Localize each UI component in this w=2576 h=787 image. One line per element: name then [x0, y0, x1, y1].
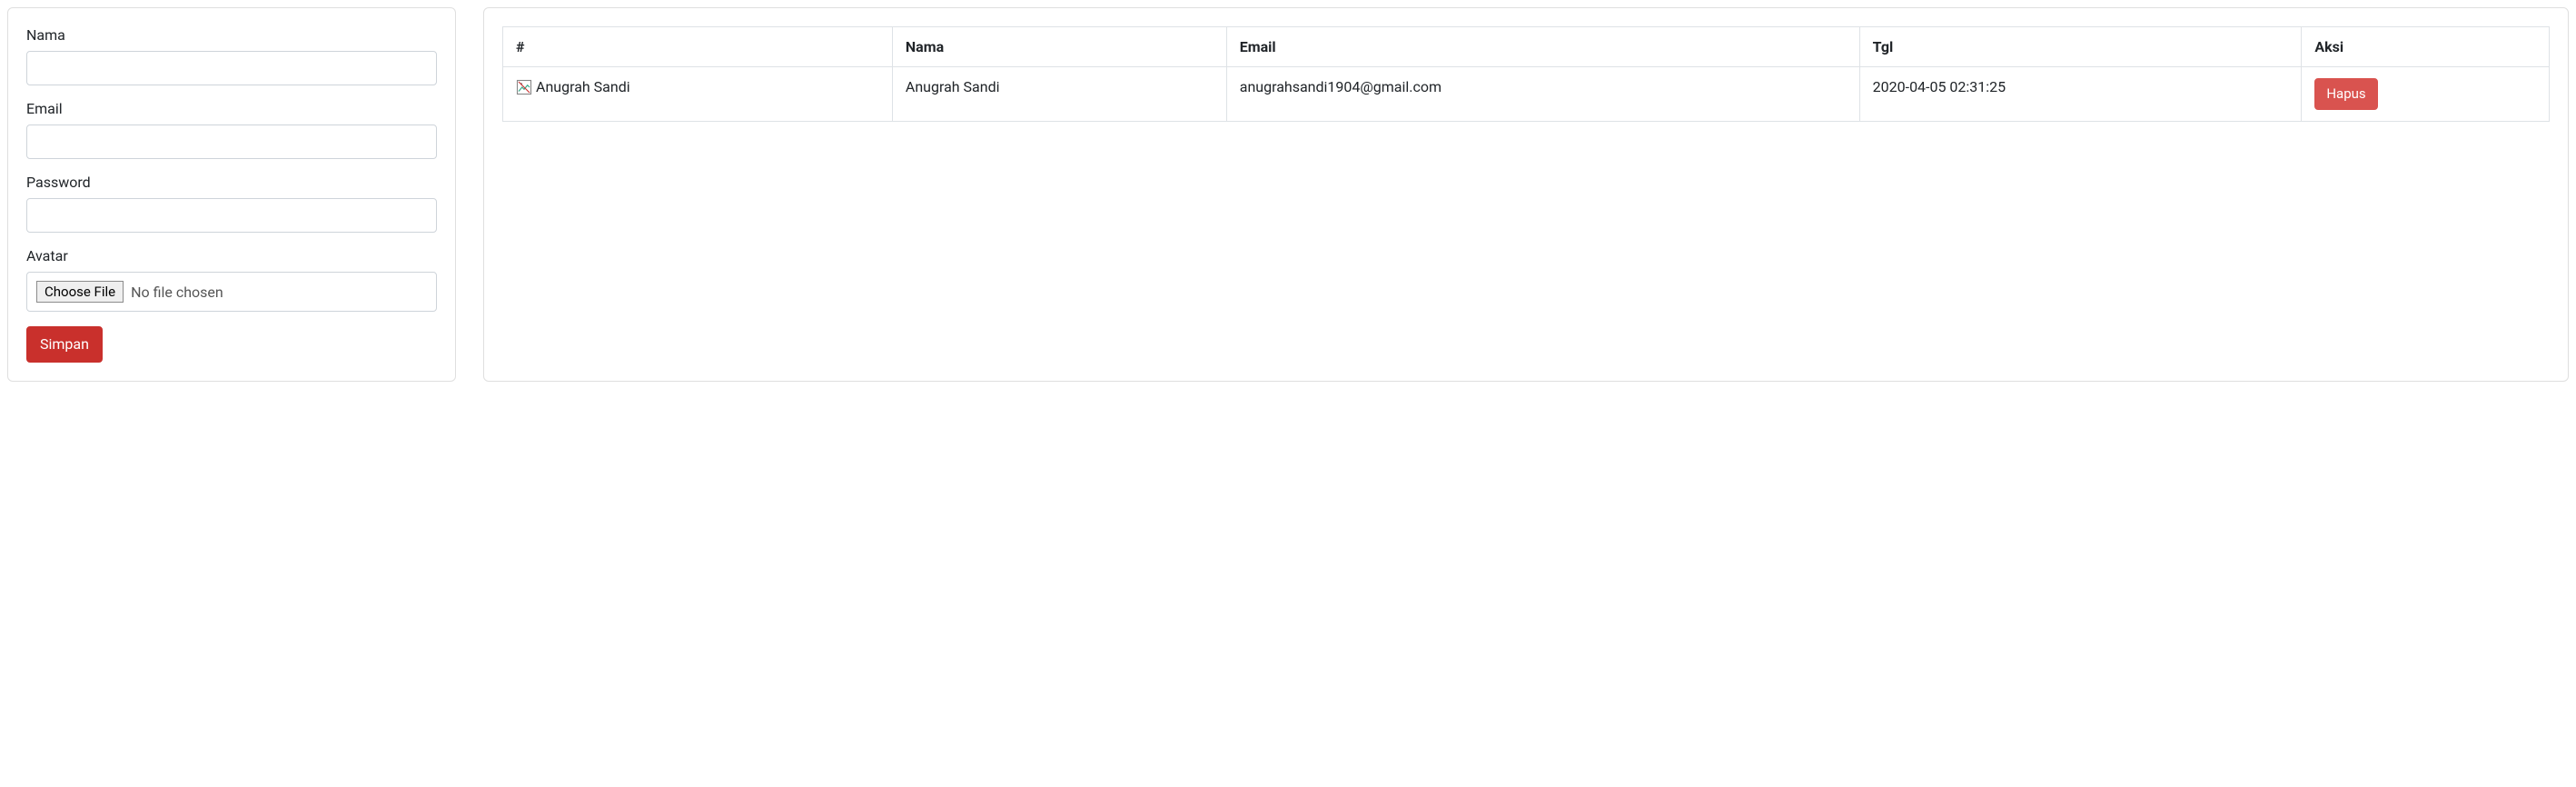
- avatar-alt-text: Anugrah Sandi: [536, 78, 630, 95]
- file-status-text: No file chosen: [131, 284, 223, 301]
- broken-image-icon: [516, 79, 532, 95]
- avatar-broken-image: Anugrah Sandi: [516, 78, 879, 95]
- table-header-email: Email: [1226, 27, 1859, 67]
- nama-label: Nama: [26, 26, 437, 44]
- simpan-button[interactable]: Simpan: [26, 326, 103, 363]
- table-header-nama: Nama: [892, 27, 1226, 67]
- password-input[interactable]: [26, 198, 437, 233]
- password-label: Password: [26, 174, 437, 191]
- table-header-tgl: Tgl: [1859, 27, 2302, 67]
- email-label: Email: [26, 100, 437, 117]
- user-form-card: Nama Email Password Avatar Choose File N…: [7, 7, 456, 382]
- cell-nama: Anugrah Sandi: [892, 67, 1226, 122]
- user-table: # Nama Email Tgl Aksi: [502, 26, 2550, 122]
- avatar-file-input[interactable]: Choose File No file chosen: [26, 272, 437, 312]
- email-input[interactable]: [26, 125, 437, 159]
- table-header-avatar: #: [503, 27, 893, 67]
- table-header-aksi: Aksi: [2302, 27, 2550, 67]
- cell-tgl: 2020-04-05 02:31:25: [1859, 67, 2302, 122]
- cell-email: anugrahsandi1904@gmail.com: [1226, 67, 1859, 122]
- hapus-button[interactable]: Hapus: [2314, 78, 2377, 110]
- avatar-label: Avatar: [26, 247, 437, 264]
- table-row: Anugrah Sandi Anugrah Sandi anugrahsandi…: [503, 67, 2550, 122]
- nama-input[interactable]: [26, 51, 437, 85]
- user-list-card: # Nama Email Tgl Aksi: [483, 7, 2569, 382]
- choose-file-button[interactable]: Choose File: [36, 281, 124, 303]
